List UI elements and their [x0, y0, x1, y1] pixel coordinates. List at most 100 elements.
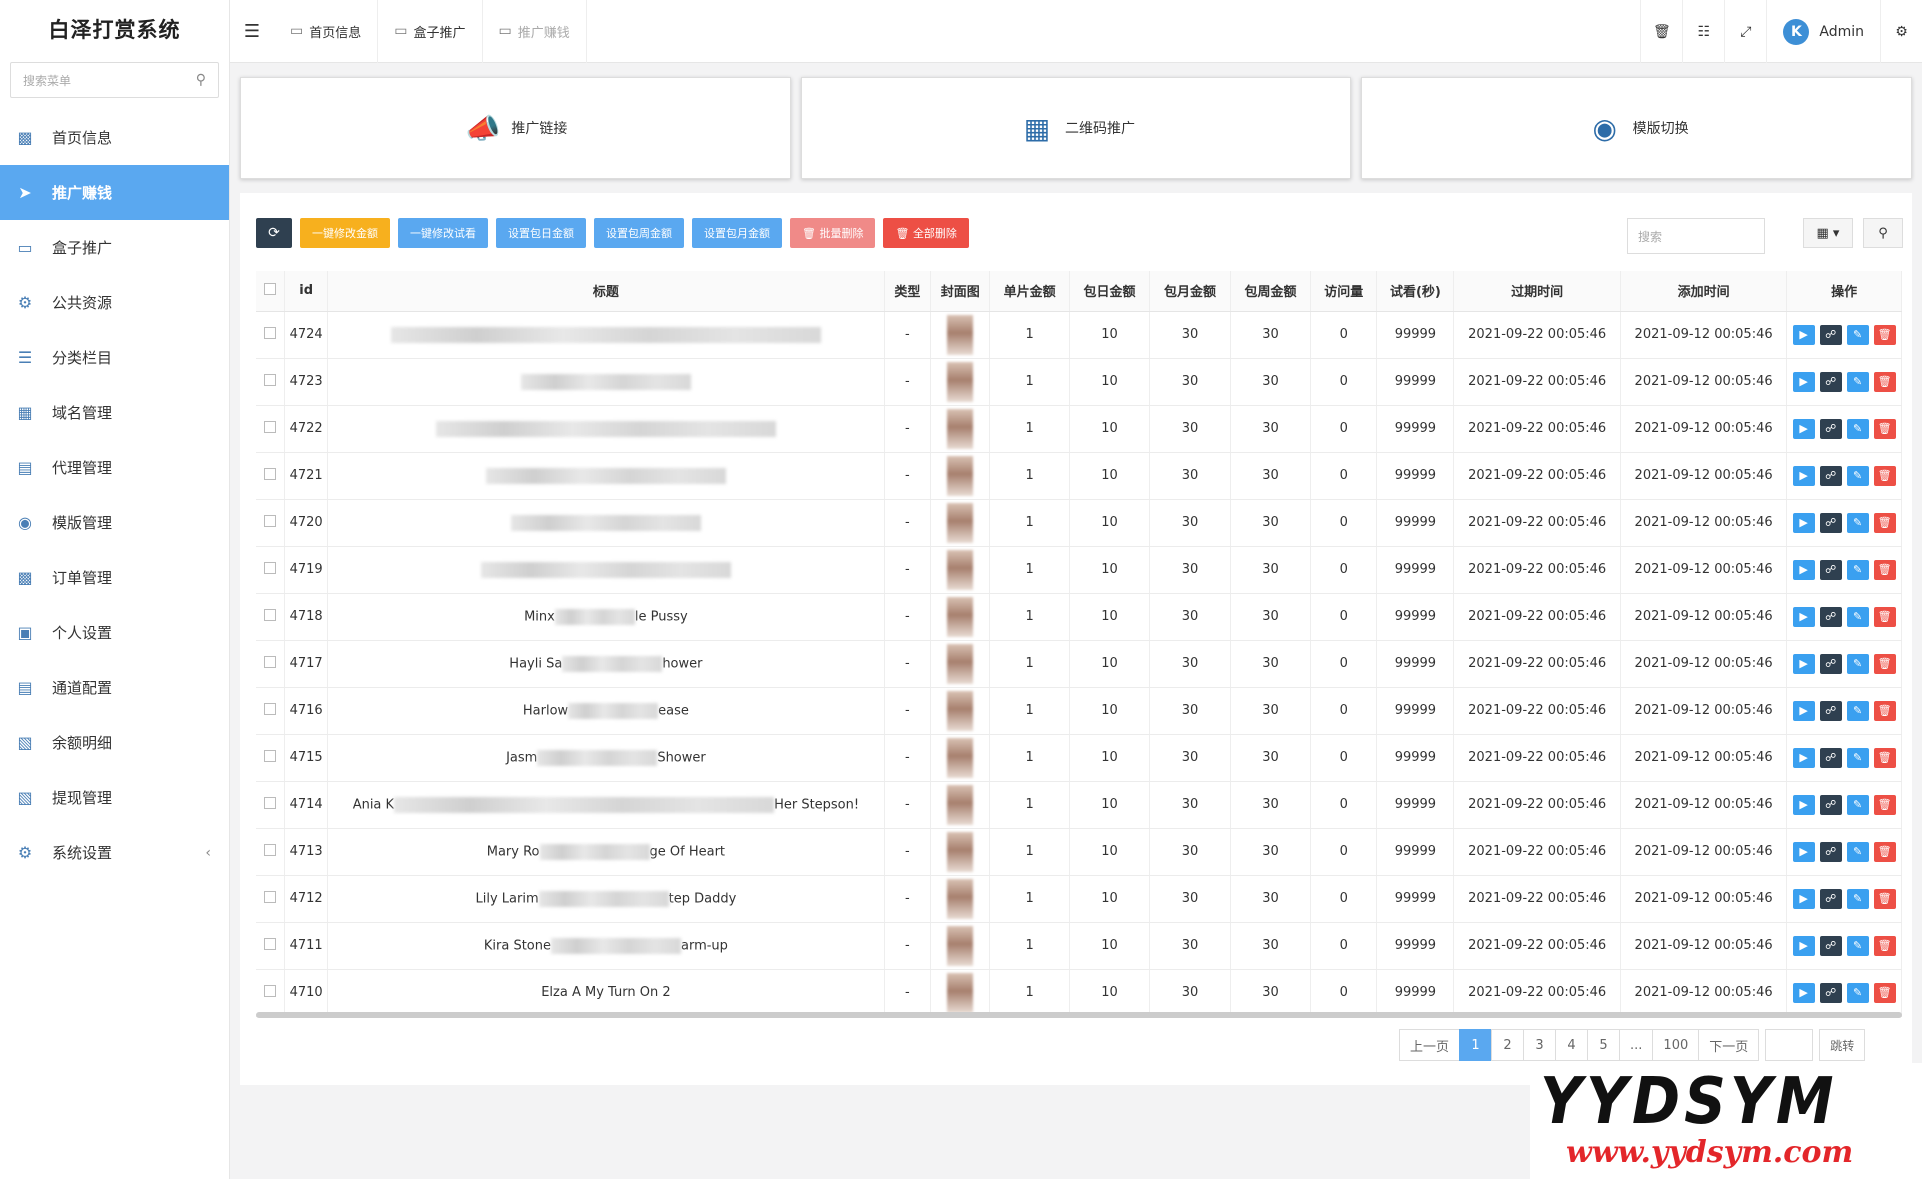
page-button[interactable]: 3: [1523, 1029, 1557, 1061]
preview-icon[interactable]: ▶: [1792, 324, 1815, 345]
preview-icon[interactable]: ▶: [1792, 418, 1815, 439]
edit-icon[interactable]: ✎: [1846, 559, 1869, 580]
edit-icon[interactable]: ✎: [1846, 888, 1869, 909]
card-html-template[interactable]: ◉ 模版切换: [1361, 77, 1913, 179]
table-row[interactable]: 4718 Minx le Pussy -1 10 30 30 0 99999 2021-09-22…: [256, 593, 1902, 641]
table-row[interactable]: 4721-1 10 30 30 0 99999 2021-09-22 00:05:46 202…: [256, 452, 1902, 500]
delete-icon[interactable]: 🗑: [1873, 606, 1896, 627]
translate-icon[interactable]: ☷: [1682, 0, 1724, 63]
delete-icon[interactable]: 🗑: [1873, 324, 1896, 345]
toolbar-button-4[interactable]: 设置包月金额: [692, 218, 782, 248]
preview-icon[interactable]: ▶: [1792, 747, 1815, 768]
page-button[interactable]: 2: [1491, 1029, 1525, 1061]
fullscreen-icon[interactable]: ⤢: [1724, 0, 1766, 63]
edit-icon[interactable]: ✎: [1846, 982, 1869, 1003]
table-row[interactable]: 4719-1 10 30 30 0 99999 2021-09-22 00:05:46 202…: [256, 546, 1902, 594]
top-tab-1[interactable]: ▭ 盒子推广: [378, 0, 483, 63]
toolbar-button-5[interactable]: 🗑 批量删除: [790, 218, 876, 248]
row-checkbox[interactable]: [264, 984, 277, 997]
cover-image[interactable]: [947, 831, 974, 872]
sidebar-item-template[interactable]: ◉ 模版管理: [0, 495, 229, 550]
table-row[interactable]: 4723-1 10 30 30 0 99999 2021-09-22 00:05:46 202…: [256, 358, 1902, 406]
page-button[interactable]: 1: [1459, 1029, 1493, 1061]
cover-image[interactable]: [947, 972, 974, 1013]
sidebar-item-balance[interactable]: ▧ 余额明细: [0, 715, 229, 770]
page-jump-input[interactable]: [1765, 1029, 1814, 1061]
toolbar-button-0[interactable]: 一键修改金额: [300, 218, 390, 248]
table-row[interactable]: 4711 Kira Stone arm-up -1 10 30 30 0 99999 2021-0…: [256, 922, 1902, 970]
row-checkbox[interactable]: [264, 843, 277, 856]
sidebar-item-category[interactable]: ☰ 分类栏目: [0, 330, 229, 385]
table-row[interactable]: 4714 Ania K Her Stepson! -1 10 30 30 0 99999 2021…: [256, 781, 1902, 829]
card-megaphone[interactable]: 📣 推广链接: [240, 77, 791, 179]
row-checkbox[interactable]: [264, 749, 277, 762]
search-button[interactable]: ⚲: [1863, 218, 1903, 248]
edit-icon[interactable]: ✎: [1846, 512, 1869, 533]
cover-image[interactable]: [947, 314, 974, 355]
link-icon[interactable]: ☍: [1819, 982, 1842, 1003]
sidebar-item-box[interactable]: ▭ 盒子推广: [0, 220, 229, 275]
edit-icon[interactable]: ✎: [1846, 700, 1869, 721]
table-row[interactable]: 4720-1 10 30 30 0 99999 2021-09-22 00:05:46 202…: [256, 499, 1902, 547]
edit-icon[interactable]: ✎: [1846, 418, 1869, 439]
link-icon[interactable]: ☍: [1819, 653, 1842, 674]
table-search-input[interactable]: 搜索: [1627, 218, 1765, 254]
cover-image[interactable]: [947, 361, 974, 402]
delete-icon[interactable]: 🗑: [1873, 935, 1896, 956]
preview-icon[interactable]: ▶: [1792, 935, 1815, 956]
prev-page-button[interactable]: 上一页: [1399, 1029, 1461, 1061]
toolbar-button-3[interactable]: 设置包周金额: [594, 218, 684, 248]
delete-icon[interactable]: 🗑: [1873, 512, 1896, 533]
preview-icon[interactable]: ▶: [1792, 700, 1815, 721]
link-icon[interactable]: ☍: [1819, 418, 1842, 439]
preview-icon[interactable]: ▶: [1792, 982, 1815, 1003]
preview-icon[interactable]: ▶: [1792, 653, 1815, 674]
toolbar-button-1[interactable]: 一键修改试看: [398, 218, 488, 248]
link-icon[interactable]: ☍: [1819, 371, 1842, 392]
cover-image[interactable]: [947, 925, 974, 966]
cover-image[interactable]: [947, 549, 974, 590]
link-icon[interactable]: ☍: [1819, 841, 1842, 862]
table-row[interactable]: 4717 Hayli Sa hower -1 10 30 30 0 99999 2021-09-2…: [256, 640, 1902, 688]
toolbar-button-2[interactable]: 设置包日金额: [496, 218, 586, 248]
preview-icon[interactable]: ▶: [1792, 841, 1815, 862]
delete-icon[interactable]: 🗑: [1873, 465, 1896, 486]
cover-image[interactable]: [947, 455, 974, 496]
refresh-button[interactable]: ⟳: [256, 218, 292, 248]
table-row[interactable]: 4715 Jasm Shower -1 10 30 30 0 99999 2021-09-22 0…: [256, 734, 1902, 782]
sidebar-item-channel[interactable]: ▤ 通道配置: [0, 660, 229, 715]
preview-icon[interactable]: ▶: [1792, 606, 1815, 627]
row-checkbox[interactable]: [264, 561, 277, 574]
link-icon[interactable]: ☍: [1819, 888, 1842, 909]
delete-icon[interactable]: 🗑: [1873, 982, 1896, 1003]
row-checkbox[interactable]: [264, 796, 277, 809]
preview-icon[interactable]: ▶: [1792, 371, 1815, 392]
row-checkbox[interactable]: [264, 937, 277, 950]
page-jump-button[interactable]: 跳转: [1819, 1029, 1866, 1061]
link-icon[interactable]: ☍: [1819, 935, 1842, 956]
edit-icon[interactable]: ✎: [1846, 841, 1869, 862]
table-row[interactable]: 4722-1 10 30 30 0 99999 2021-09-22 00:05:46 202…: [256, 405, 1902, 453]
menu-search-input[interactable]: 搜索菜单 ⚲: [10, 62, 219, 98]
sidebar-item-agent[interactable]: ▤ 代理管理: [0, 440, 229, 495]
link-icon[interactable]: ☍: [1819, 794, 1842, 815]
delete-icon[interactable]: 🗑: [1873, 841, 1896, 862]
cover-image[interactable]: [947, 690, 974, 731]
sidebar-item-profile[interactable]: ▣ 个人设置: [0, 605, 229, 660]
row-checkbox[interactable]: [264, 420, 277, 433]
table-row[interactable]: 4712 Lily Larim tep Daddy -1 10 30 30 0 99999 202…: [256, 875, 1902, 923]
delete-icon[interactable]: 🗑: [1873, 700, 1896, 721]
row-checkbox[interactable]: [264, 655, 277, 668]
link-icon[interactable]: ☍: [1819, 324, 1842, 345]
page-button[interactable]: 100: [1652, 1029, 1700, 1061]
sidebar-item-home[interactable]: ▩ 首页信息: [0, 110, 229, 165]
edit-icon[interactable]: ✎: [1846, 935, 1869, 956]
sidebar-item-withdraw[interactable]: ▧ 提现管理: [0, 770, 229, 825]
page-button[interactable]: 5: [1587, 1029, 1621, 1061]
card-qrcode[interactable]: ▦ 二维码推广: [800, 77, 1352, 179]
delete-icon[interactable]: 🗑: [1873, 371, 1896, 392]
link-icon[interactable]: ☍: [1819, 559, 1842, 580]
delete-icon[interactable]: 🗑: [1873, 888, 1896, 909]
sidebar-item-promote[interactable]: ➤ 推广赚钱: [0, 165, 229, 220]
table-row[interactable]: 4710 Elza A My Turn On 2-1 10 30 30 0 99999 202…: [256, 969, 1902, 1017]
